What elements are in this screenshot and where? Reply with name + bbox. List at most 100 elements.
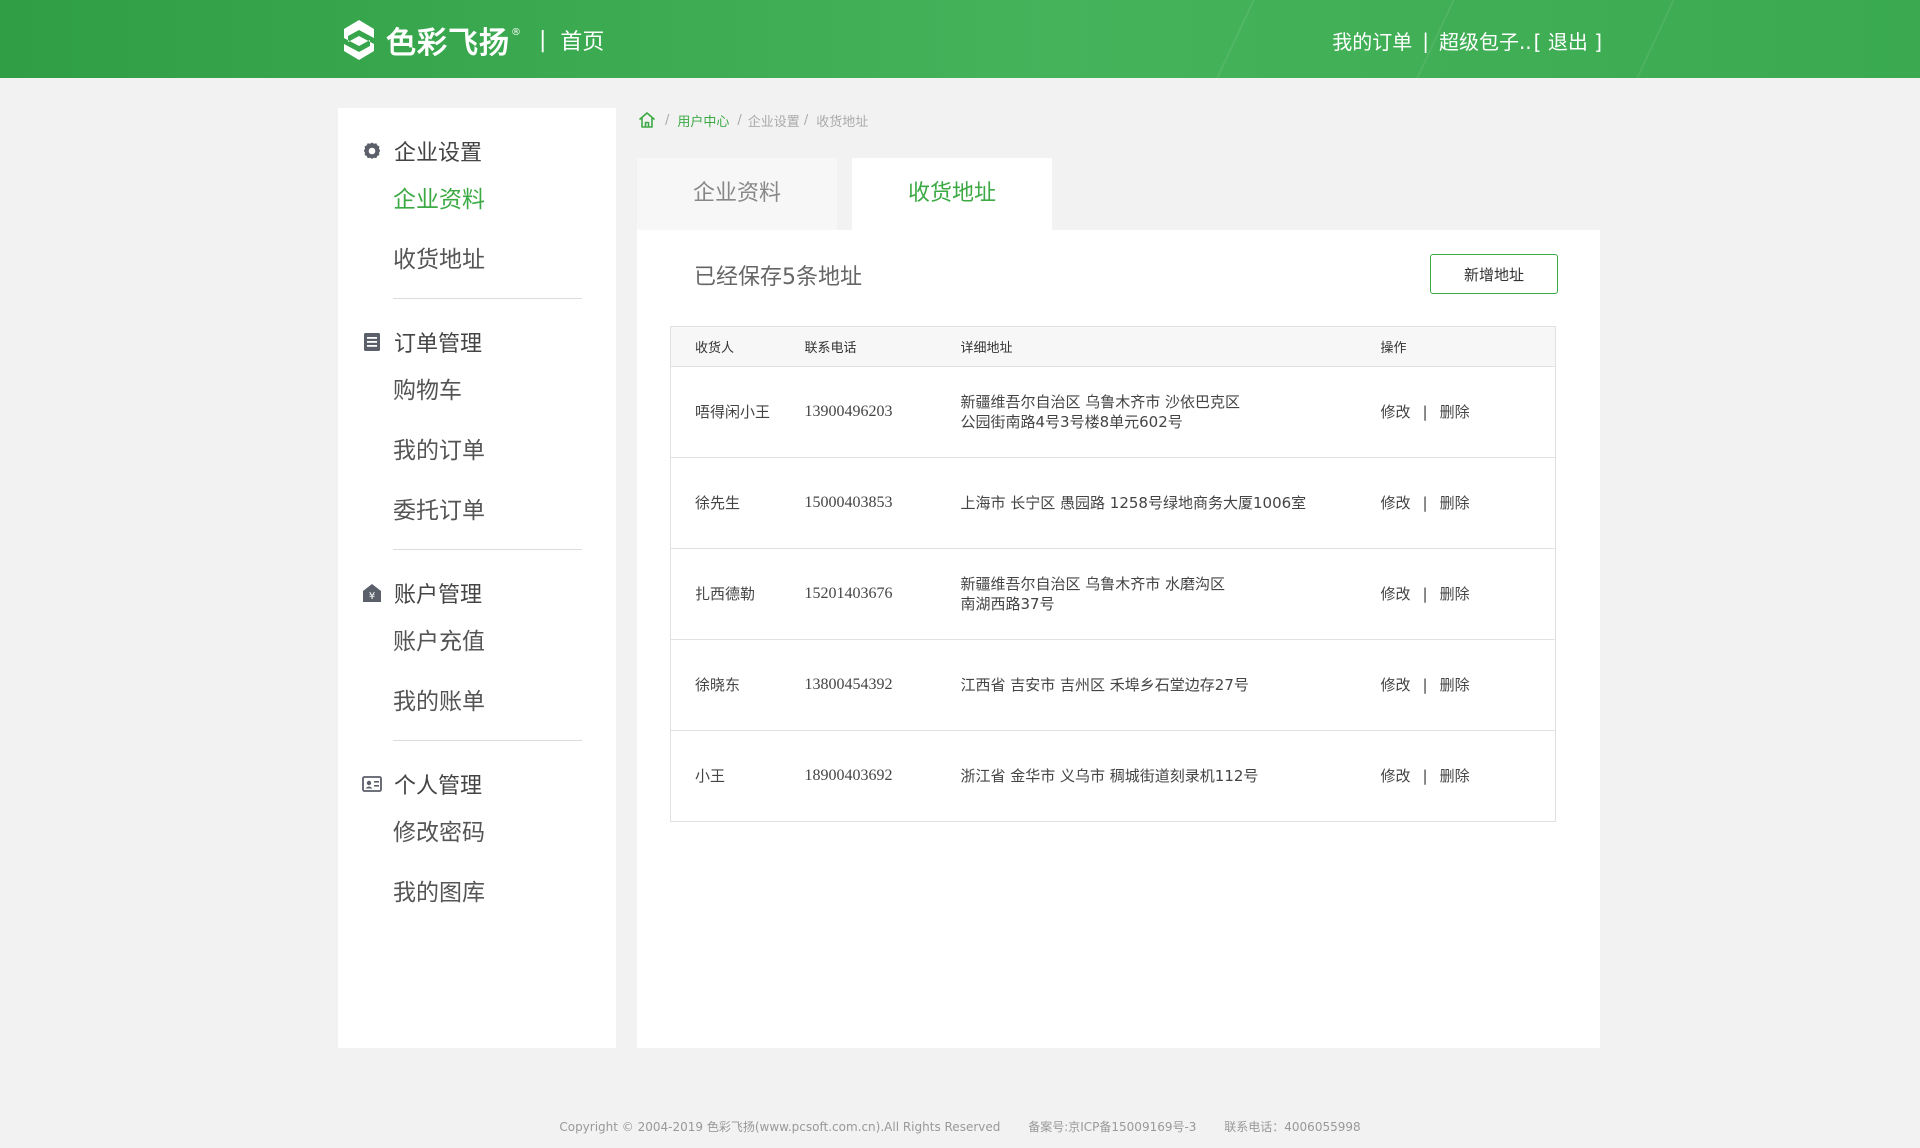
breadcrumb: / 用户中心 / 企业设置 / 收货地址 (637, 110, 868, 130)
sidebar-item-cart[interactable]: 购物车 (338, 361, 616, 421)
column-header: 详细地址 (960, 326, 1381, 367)
sidebar-group-enterprise: 企业设置 企业资料 收货地址 (338, 108, 616, 299)
sidebar-heading: ¥ 账户管理 (338, 574, 616, 612)
icp-record[interactable]: 备案号:京ICP备15009169号-3 (1028, 1120, 1196, 1134)
footer: Copyright © 2004-2019 色彩飞扬(www.pcsoft.co… (0, 1118, 1920, 1135)
logout-link[interactable]: [ 退出 ] (1534, 26, 1602, 55)
svg-text:¥: ¥ (369, 591, 375, 602)
address-line: 上海市 长宁区 愚园路 1258号绿地商务大厦1006室 (960, 494, 1307, 512)
gear-icon (363, 142, 381, 159)
document-list-icon (364, 333, 380, 351)
delete-link[interactable]: 删除 (1440, 767, 1470, 785)
delete-link[interactable]: 删除 (1440, 494, 1470, 512)
phone-number: 13900496203 (804, 366, 961, 458)
table-row: 唔得闲小王 13900496203 新疆维吾尔自治区 乌鲁木齐市 沙依巴克区 公园… (670, 366, 1556, 458)
registered-mark: ® (511, 26, 521, 38)
recipient-name: 小王 (670, 730, 805, 822)
sidebar-heading-label: 订单管理 (394, 332, 483, 357)
user-nav: 我的订单 | 超级包子.. [ 退出 ] (1332, 26, 1602, 55)
address-table: 收货人 联系电话 详细地址 操作 唔得闲小王 13900496203 新疆维吾尔… (670, 326, 1556, 822)
address-line: 南湖西路37号 (960, 595, 1055, 613)
action-separator: | (1422, 494, 1428, 512)
header-separator: | (539, 27, 547, 53)
address-cell: 浙江省 金华市 义乌市 稠城街道刻录机112号 (960, 730, 1381, 822)
contact-phone: 联系电话：4006055998 (1224, 1120, 1361, 1134)
edit-link[interactable]: 修改 (1381, 676, 1411, 694)
saved-count-text: 已经保存5条地址 (694, 265, 862, 290)
sidebar-group-personal: 个人管理 修改密码 我的图库 (338, 741, 616, 923)
sidebar-item-change-password[interactable]: 修改密码 (338, 803, 616, 863)
main-content: / 用户中心 / 企业设置 / 收货地址 企业资料 收货地址 已经保存5条地址 … (637, 108, 1600, 1048)
breadcrumb-user-center[interactable]: 用户中心 (677, 111, 729, 130)
sidebar-group-orders: 订单管理 购物车 我的订单 委托订单 (338, 299, 616, 550)
row-actions: 修改 | 删除 (1380, 457, 1556, 549)
sidebar-heading-label: 企业设置 (394, 141, 483, 166)
tab-shipping-address[interactable]: 收货地址 (852, 158, 1052, 230)
my-orders-link[interactable]: 我的订单 (1332, 26, 1412, 55)
address-cell: 新疆维吾尔自治区 乌鲁木齐市 沙依巴克区 公园街南路4号3号楼8单元602号 (960, 366, 1381, 458)
phone-number: 18900403692 (804, 730, 961, 822)
breadcrumb-sep: / (665, 112, 670, 128)
edit-link[interactable]: 修改 (1381, 585, 1411, 603)
logo-icon (344, 20, 374, 60)
column-header: 联系电话 (804, 326, 961, 367)
recipient-name: 徐先生 (670, 457, 805, 549)
username[interactable]: 超级包子.. (1439, 26, 1532, 55)
sidebar-heading-label: 账户管理 (394, 583, 483, 608)
table-row: 小王 18900403692 浙江省 金华市 义乌市 稠城街道刻录机112号 修… (670, 730, 1556, 822)
breadcrumb-sep: / (737, 112, 742, 128)
sidebar-heading-label: 个人管理 (394, 774, 483, 799)
address-panel: 已经保存5条地址 新增地址 收货人 联系电话 详细地址 操作 唔得闲小王 139… (637, 230, 1600, 1048)
column-header: 操作 (1380, 326, 1556, 367)
row-actions: 修改 | 删除 (1380, 366, 1556, 458)
sidebar-item-recharge[interactable]: 账户充值 (338, 612, 616, 672)
address-line: 新疆维吾尔自治区 乌鲁木齐市 水磨沟区 (960, 575, 1226, 593)
table-row: 徐晓东 13800454392 江西省 吉安市 吉州区 禾埠乡石堂边存27号 修… (670, 639, 1556, 731)
recipient-name: 唔得闲小王 (670, 366, 805, 458)
delete-link[interactable]: 删除 (1440, 676, 1470, 694)
top-header: 色彩飞扬 ® | 首页 我的订单 | 超级包子.. [ 退出 ] (0, 0, 1920, 78)
sidebar-item-company-profile[interactable]: 企业资料 (338, 170, 616, 230)
row-actions: 修改 | 删除 (1380, 730, 1556, 822)
edit-link[interactable]: 修改 (1381, 767, 1411, 785)
recipient-name: 扎西德勒 (670, 548, 805, 640)
sidebar-item-my-bills[interactable]: 我的账单 (338, 672, 616, 732)
tab-company-profile[interactable]: 企业资料 (637, 158, 837, 230)
account-house-icon: ¥ (363, 584, 381, 602)
row-actions: 修改 | 删除 (1380, 548, 1556, 640)
id-card-icon (362, 776, 382, 792)
phone-number: 15201403676 (804, 548, 961, 640)
brand-logo[interactable]: 色彩飞扬 ® | 首页 (338, 18, 604, 62)
delete-link[interactable]: 删除 (1440, 585, 1470, 603)
brand-name: 色彩飞扬 (386, 26, 510, 61)
table-row: 扎西德勒 15201403676 新疆维吾尔自治区 乌鲁木齐市 水磨沟区 南湖西路… (670, 548, 1556, 640)
copyright-text: Copyright © 2004-2019 色彩飞扬(www.pcsoft.co… (559, 1120, 1001, 1134)
table-header-row: 收货人 联系电话 详细地址 操作 (670, 326, 1556, 367)
row-actions: 修改 | 删除 (1380, 639, 1556, 731)
tab-bar: 企业资料 收货地址 (637, 158, 1052, 230)
breadcrumb-enterprise-settings[interactable]: 企业设置 (748, 111, 800, 130)
action-separator: | (1422, 585, 1428, 603)
address-line: 公园街南路4号3号楼8单元602号 (960, 413, 1183, 431)
sidebar-item-entrusted-orders[interactable]: 委托订单 (338, 481, 616, 541)
nav-separator: | (1422, 28, 1429, 53)
edit-link[interactable]: 修改 (1381, 403, 1411, 421)
address-cell: 江西省 吉安市 吉州区 禾埠乡石堂边存27号 (960, 639, 1381, 731)
phone-number: 15000403853 (804, 457, 961, 549)
action-separator: | (1422, 767, 1428, 785)
action-separator: | (1422, 676, 1428, 694)
add-address-button[interactable]: 新增地址 (1430, 254, 1558, 294)
home-icon[interactable] (637, 110, 657, 130)
column-header: 收货人 (670, 326, 805, 367)
sidebar: 企业设置 企业资料 收货地址 订单管理 购物车 我的订单 委托订单 ¥ 账户管理… (338, 108, 616, 1048)
sidebar-item-shipping-address[interactable]: 收货地址 (338, 230, 616, 290)
phone-number: 13800454392 (804, 639, 961, 731)
address-line: 新疆维吾尔自治区 乌鲁木齐市 沙依巴克区 (960, 393, 1241, 411)
breadcrumb-current: 收货地址 (816, 114, 869, 130)
sidebar-item-my-gallery[interactable]: 我的图库 (338, 863, 616, 923)
action-separator: | (1422, 403, 1428, 421)
edit-link[interactable]: 修改 (1381, 494, 1411, 512)
home-link[interactable]: 首页 (560, 24, 604, 56)
sidebar-item-my-orders[interactable]: 我的订单 (338, 421, 616, 481)
delete-link[interactable]: 删除 (1440, 403, 1470, 421)
